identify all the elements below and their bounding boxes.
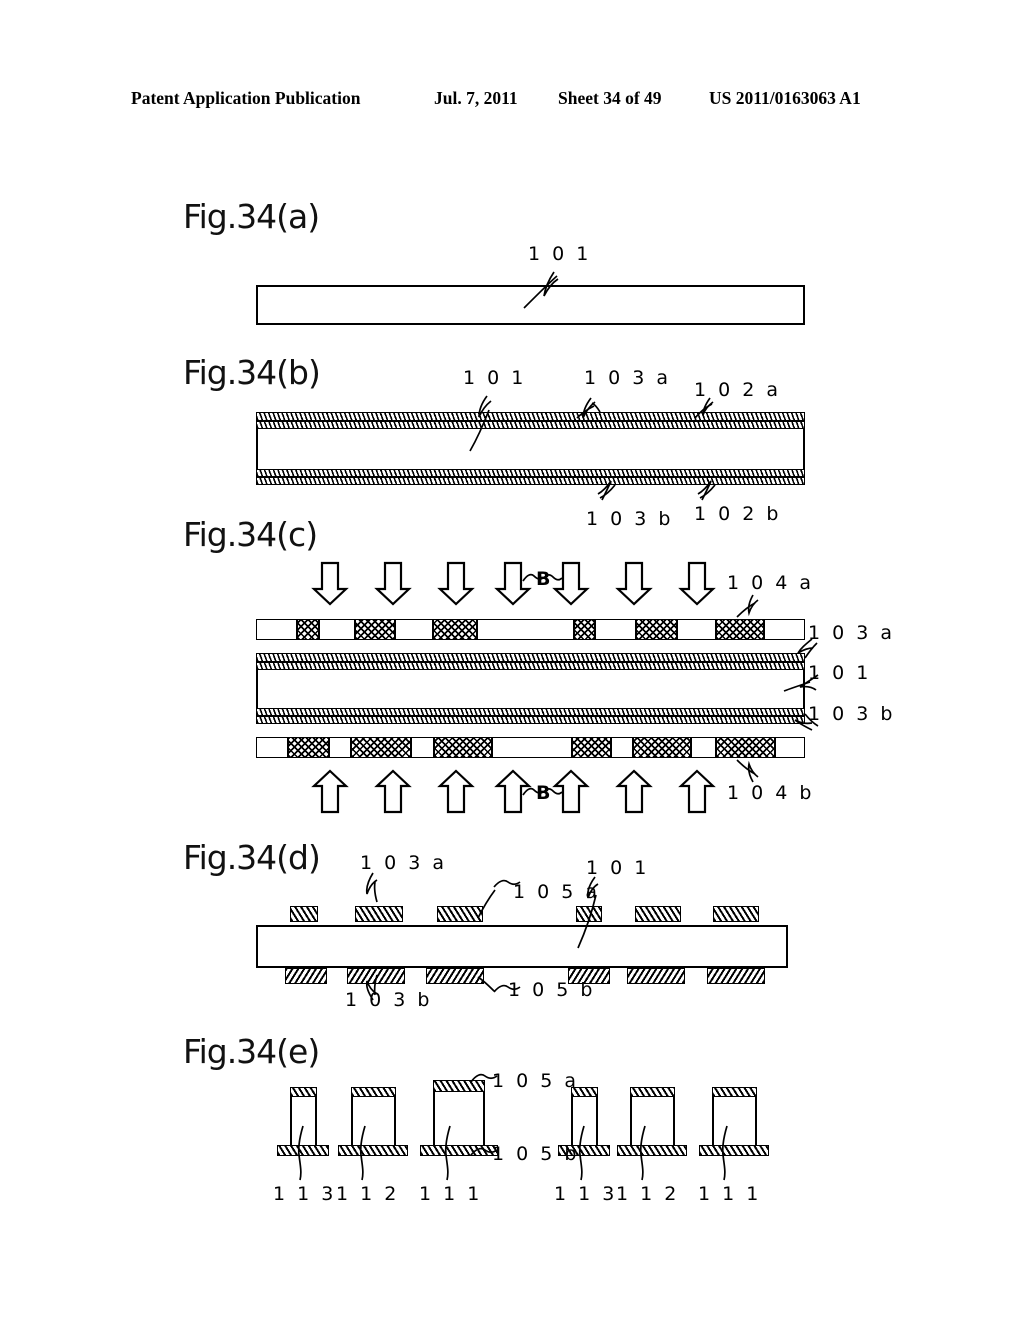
ref-113-left: 1 1 3 <box>273 1183 337 1205</box>
patent-drawing-sheet: Patent Application Publication Jul. 7, 2… <box>0 0 1024 1320</box>
ref-112-right: 1 1 2 <box>616 1183 680 1205</box>
ref-111-right: 1 1 1 <box>698 1183 762 1205</box>
ref-105b-e: 1 0 5 b <box>492 1143 580 1165</box>
ref-105a-e: 1 0 5 a <box>492 1070 580 1092</box>
figure-34e-leaders <box>297 1073 728 1181</box>
ref-112-left: 1 1 2 <box>336 1183 400 1205</box>
ref-111-left: 1 1 1 <box>419 1183 483 1205</box>
ref-113-right: 1 1 3 <box>554 1183 618 1205</box>
